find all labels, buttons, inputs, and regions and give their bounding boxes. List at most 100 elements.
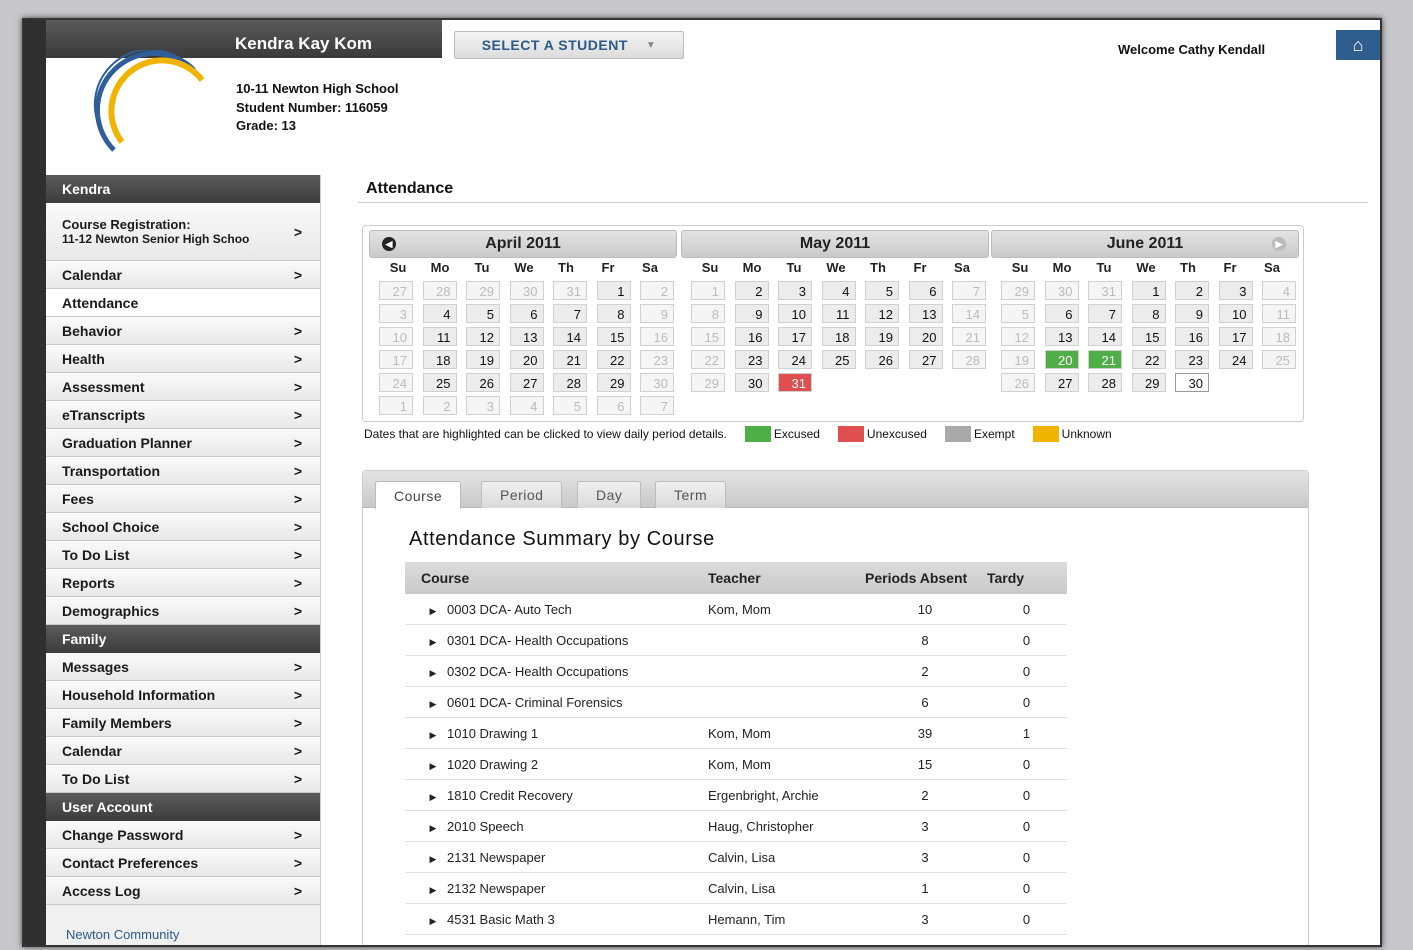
sidebar-item-demographics[interactable]: Demographics >: [46, 597, 320, 625]
next-month-icon[interactable]: ▶: [1272, 237, 1286, 251]
table-row[interactable]: ▶ 0003 DCA- Auto Tech Kom, Mom 10 0: [405, 594, 1067, 625]
sidebar-item-family-to-do-list[interactable]: To Do List >: [46, 765, 320, 793]
tab-course[interactable]: Course: [375, 481, 462, 509]
calendar-day[interactable]: 21: [553, 350, 587, 369]
col-course[interactable]: Course: [405, 562, 707, 594]
calendar-day[interactable]: 2: [1175, 281, 1209, 300]
calendar-day[interactable]: 12: [865, 304, 899, 323]
calendar-day[interactable]: 13: [1044, 327, 1079, 346]
sidebar-item-attendance[interactable]: Attendance: [46, 289, 320, 317]
tab-day[interactable]: Day: [577, 481, 642, 508]
calendar-day[interactable]: 5: [466, 304, 500, 323]
table-row[interactable]: ▶ 2132 Newspaper Calvin, Lisa 1 0: [405, 872, 1067, 904]
expand-arrow-icon[interactable]: ▶: [419, 792, 447, 803]
calendar-day[interactable]: 14: [553, 327, 587, 346]
expand-arrow-icon[interactable]: ▶: [419, 668, 447, 679]
calendar-day[interactable]: 16: [1175, 327, 1209, 346]
expand-arrow-icon[interactable]: ▶: [419, 916, 447, 927]
calendar-day[interactable]: 16: [734, 327, 769, 346]
expand-arrow-icon[interactable]: ▶: [419, 761, 447, 772]
col-periods-absent[interactable]: Periods Absent: [864, 562, 986, 594]
calendar-day[interactable]: 22: [596, 350, 631, 369]
sidebar-item-fees[interactable]: Fees >: [46, 485, 320, 513]
calendar-day[interactable]: 9: [734, 304, 769, 323]
calendar-day[interactable]: 3: [778, 281, 812, 300]
table-row[interactable]: ▶ 2131 Newspaper Calvin, Lisa 3 0: [405, 841, 1067, 873]
calendar-day[interactable]: 15: [596, 327, 631, 346]
calendar-day[interactable]: 27: [1044, 373, 1079, 392]
sidebar-item-family-family-members[interactable]: Family Members >: [46, 709, 320, 737]
table-row[interactable]: ▶ 0601 DCA- Criminal Forensics 6 0: [405, 686, 1067, 718]
sidebar-item-family-household-information[interactable]: Household Information >: [46, 681, 320, 709]
calendar-day[interactable]: 26: [466, 373, 500, 392]
calendar-day[interactable]: 13: [509, 327, 544, 346]
calendar-day[interactable]: 7: [1088, 304, 1122, 323]
calendar-day[interactable]: 22: [1131, 350, 1166, 369]
calendar-day[interactable]: 11: [821, 304, 856, 323]
calendar-day[interactable]: 19: [466, 350, 500, 369]
calendar-day[interactable]: 2: [734, 281, 769, 300]
calendar-day[interactable]: 1: [1131, 281, 1166, 300]
calendar-day[interactable]: 4: [821, 281, 856, 300]
expand-arrow-icon[interactable]: ▶: [419, 947, 447, 948]
calendar-day[interactable]: 3: [1218, 281, 1253, 300]
calendar-day[interactable]: 9: [1175, 304, 1209, 323]
table-row[interactable]: ▶ 2010 Speech Haug, Christopher 3 0: [405, 810, 1067, 842]
col-tardy[interactable]: Tardy: [986, 562, 1067, 594]
calendar-day[interactable]: 10: [1218, 304, 1253, 323]
sidebar-item-transportation[interactable]: Transportation >: [46, 457, 320, 485]
calendar-day[interactable]: 18: [422, 350, 457, 369]
sidebar-item-assessment[interactable]: Assessment >: [46, 373, 320, 401]
select-student-dropdown[interactable]: SELECT A STUDENT ▼: [454, 31, 684, 59]
calendar-day[interactable]: 1: [596, 281, 631, 300]
calendar-day[interactable]: 28: [553, 373, 587, 392]
calendar-day[interactable]: 23: [734, 350, 769, 369]
calendar-day[interactable]: 24: [1218, 350, 1253, 369]
calendar-day[interactable]: 25: [422, 373, 457, 392]
calendar-day[interactable]: 20: [1044, 350, 1079, 369]
calendar-day[interactable]: 6: [1044, 304, 1079, 323]
expand-arrow-icon[interactable]: ▶: [419, 637, 447, 648]
calendar-day[interactable]: 4: [422, 304, 457, 323]
calendar-day[interactable]: 29: [596, 373, 631, 392]
calendar-day[interactable]: 31: [778, 373, 812, 392]
expand-arrow-icon[interactable]: ▶: [419, 885, 447, 896]
calendar-day[interactable]: 30: [1175, 373, 1209, 392]
table-row[interactable]: ▶ 1010 Drawing 1 Kom, Mom 39 1: [405, 717, 1067, 749]
sidebar-item-account-contact-preferences[interactable]: Contact Preferences >: [46, 849, 320, 877]
calendar-day[interactable]: 8: [596, 304, 631, 323]
calendar-day[interactable]: 5: [865, 281, 899, 300]
sidebar-item-account-change-password[interactable]: Change Password >: [46, 821, 320, 849]
sidebar-item-school-choice[interactable]: School Choice >: [46, 513, 320, 541]
sidebar-item-account-access-log[interactable]: Access Log >: [46, 877, 320, 905]
table-row[interactable]: ▶ 1810 Credit Recovery Ergenbright, Archie…: [405, 779, 1067, 811]
sidebar-item-family-calendar[interactable]: Calendar >: [46, 737, 320, 765]
calendar-day[interactable]: 29: [1131, 373, 1166, 392]
calendar-day[interactable]: 10: [778, 304, 812, 323]
calendar-day[interactable]: 17: [1218, 327, 1253, 346]
calendar-day[interactable]: 27: [908, 350, 943, 369]
sidebar-item-behavior[interactable]: Behavior >: [46, 317, 320, 345]
previous-month-icon[interactable]: ◀: [382, 237, 396, 251]
calendar-day[interactable]: 20: [908, 327, 943, 346]
calendar-day[interactable]: 13: [908, 304, 943, 323]
calendar-day[interactable]: 6: [509, 304, 544, 323]
community-link[interactable]: Newton Community: [66, 927, 179, 942]
col-teacher[interactable]: Teacher: [707, 562, 864, 594]
calendar-day[interactable]: 24: [778, 350, 812, 369]
table-row[interactable]: ▶ 0301 DCA- Health Occupations 8 0: [405, 624, 1067, 656]
calendar-day[interactable]: 23: [1175, 350, 1209, 369]
expand-arrow-icon[interactable]: ▶: [419, 699, 447, 710]
table-row[interactable]: ▶ 4531 Basic Math 3 Hemann, Tim 3 0: [405, 903, 1067, 935]
expand-arrow-icon[interactable]: ▶: [419, 823, 447, 834]
calendar-day[interactable]: 14: [1088, 327, 1122, 346]
calendar-day[interactable]: 28: [1088, 373, 1122, 392]
expand-arrow-icon[interactable]: ▶: [419, 606, 447, 617]
sidebar-item-etranscripts[interactable]: eTranscripts >: [46, 401, 320, 429]
calendar-day[interactable]: 7: [553, 304, 587, 323]
calendar-day[interactable]: 8: [1131, 304, 1166, 323]
home-button[interactable]: ⌂: [1336, 30, 1380, 60]
table-row[interactable]: ▶ 1020 Drawing 2 Kom, Mom 15 0: [405, 748, 1067, 780]
calendar-day[interactable]: 17: [778, 327, 812, 346]
calendar-day[interactable]: 18: [821, 327, 856, 346]
